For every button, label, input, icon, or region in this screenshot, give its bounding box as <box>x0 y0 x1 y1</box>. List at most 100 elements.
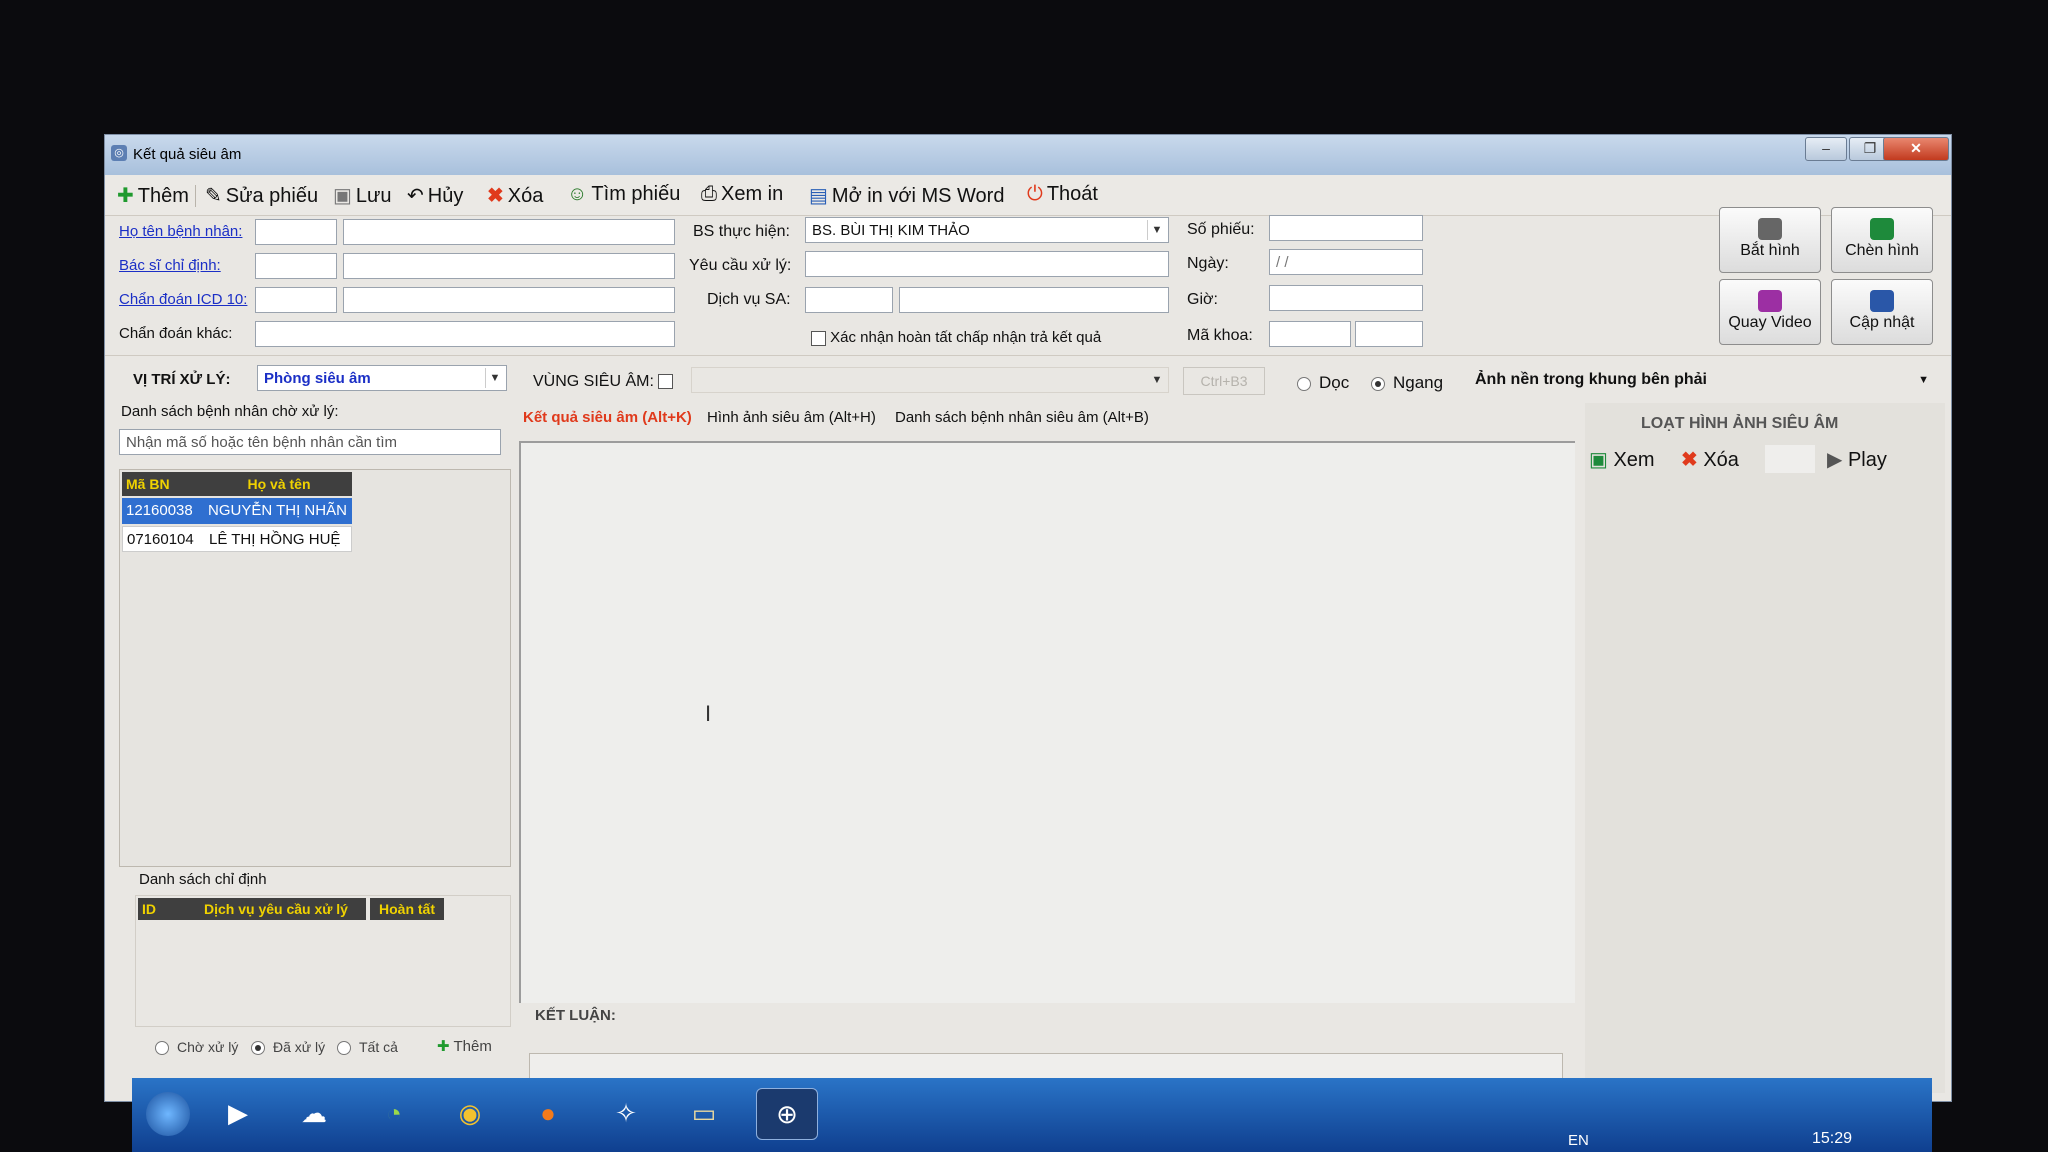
column-header-service[interactable]: Dịch vụ yêu cầu xử lý <box>186 898 366 920</box>
save-button[interactable]: ▣ Lưu <box>333 183 392 208</box>
play-button[interactable]: ▶ Play <box>1827 447 1887 472</box>
service-name-field[interactable] <box>899 287 1169 313</box>
patient-search-input[interactable]: Nhận mã số hoặc tên bệnh nhân cần tìm <box>119 429 501 455</box>
department-code-label: Mã khoa: <box>1187 327 1253 344</box>
clock[interactable]: 15:29 <box>1812 1130 1852 1148</box>
radio-icon <box>337 1041 351 1056</box>
app-icon[interactable]: ✧ <box>600 1088 652 1138</box>
add-order-label: Thêm <box>453 1038 492 1055</box>
referring-doctor-code-field[interactable] <box>255 253 337 279</box>
region-select[interactable]: ▼ <box>691 367 1169 393</box>
filter-all[interactable]: Tất cả <box>337 1039 398 1056</box>
delete-icon: ✖ <box>487 185 504 207</box>
request-field[interactable] <box>805 251 1169 277</box>
time-field[interactable] <box>1269 285 1423 311</box>
title-bar: ◎ Kết quả siêu âm – ❐ ✕ <box>105 135 1951 175</box>
column-header-id[interactable]: Mã BN <box>122 472 206 496</box>
other-diagnosis-field[interactable] <box>255 321 675 347</box>
delete-label: Xóa <box>507 185 544 207</box>
column-header-name[interactable]: Họ và tên <box>206 472 352 496</box>
print-preview-button[interactable]: ⎙ Xem in <box>701 183 783 206</box>
result-editor[interactable]: Ι <box>519 441 1575 1003</box>
dropdown-arrow-icon[interactable]: ▼ <box>1147 220 1166 240</box>
performing-doctor-select[interactable]: BS. BÙI THỊ KIM THẢO ▼ <box>805 217 1169 243</box>
edit-button[interactable]: ✎ Sửa phiếu <box>205 183 318 208</box>
media-player-icon[interactable]: ▶ <box>212 1088 264 1138</box>
insert-image-button[interactable]: Chèn hình <box>1831 207 1933 273</box>
ticket-number-field[interactable] <box>1269 215 1423 241</box>
confirm-checkbox-row[interactable]: Xác nhận hoàn tất chấp nhận trả kết quả <box>811 329 1101 346</box>
start-button[interactable] <box>146 1092 190 1136</box>
find-button[interactable]: ☺ Tìm phiếu <box>567 183 680 206</box>
conclusion-label: KẾT LUẬN: <box>535 1007 616 1024</box>
app-icon[interactable]: ☁ <box>288 1088 340 1138</box>
icd10-desc-field[interactable] <box>343 287 675 313</box>
record-video-button[interactable]: Quay Video <box>1719 279 1821 345</box>
location-select[interactable]: Phòng siêu âm ▼ <box>257 365 507 391</box>
chrome-icon[interactable]: ◉ <box>444 1088 496 1138</box>
exit-label: Thoát <box>1046 183 1098 205</box>
open-word-button[interactable]: ▤ Mở in với MS Word <box>809 183 1004 208</box>
minimize-button[interactable]: – <box>1805 137 1847 161</box>
dropdown-arrow-icon[interactable]: ▼ <box>1148 370 1166 390</box>
filter-waiting[interactable]: Chờ xử lý <box>155 1039 239 1056</box>
patient-id-field[interactable] <box>255 219 337 245</box>
date-value: / / <box>1276 254 1289 271</box>
performing-doctor-value: BS. BÙI THỊ KIM THẢO <box>812 222 970 239</box>
table-row[interactable]: 12160038 NGUYỄN THỊ NHÃN <box>122 498 352 524</box>
tab-patient-list[interactable]: Danh sách bệnh nhân siêu âm (Alt+B) <box>895 409 1149 426</box>
background-select[interactable]: Ảnh nền trong khung bên phải ▼ <box>1469 367 1935 393</box>
orders-list: ID Dịch vụ yêu cầu xử lý Hoàn tất <box>135 895 511 1027</box>
firefox-icon[interactable]: ● <box>522 1088 574 1138</box>
confirm-checkbox[interactable] <box>811 330 826 346</box>
patient-name-field[interactable] <box>343 219 675 245</box>
dropdown-arrow-icon[interactable]: ▼ <box>1918 367 1929 393</box>
delete-button[interactable]: ✖ Xóa <box>487 183 543 208</box>
hospital-app-icon[interactable]: ⊕ <box>756 1088 818 1140</box>
view-image-button[interactable]: ▣ Xem <box>1589 447 1655 472</box>
department-code-field[interactable] <box>1269 321 1351 347</box>
capture-image-button[interactable]: Bắt hình <box>1719 207 1821 273</box>
date-field[interactable]: / / <box>1269 249 1423 275</box>
app-window: ◎ Kết quả siêu âm – ❐ ✕ ✚ Thêm ✎ Sửa phiếu… <box>104 134 1952 1111</box>
insert-label: Chèn hình <box>1845 242 1919 259</box>
service-code-field[interactable] <box>805 287 893 313</box>
column-header-done[interactable]: Hoàn tất <box>370 898 444 920</box>
referring-doctor-name-field[interactable] <box>343 253 675 279</box>
patient-name-link[interactable]: Họ tên bệnh nhân: <box>119 223 242 240</box>
add-order-button[interactable]: ✚ Thêm <box>437 1037 492 1055</box>
image-icon <box>1870 218 1894 240</box>
referring-doctor-link[interactable]: Bác sĩ chỉ định: <box>119 257 221 274</box>
folder-icon[interactable]: ▭ <box>678 1088 730 1138</box>
delete-image-button[interactable]: ✖ Xóa <box>1681 447 1739 472</box>
date-label: Ngày: <box>1187 255 1229 272</box>
video-icon <box>1758 290 1782 312</box>
orders-title: Danh sách chỉ định <box>139 871 267 888</box>
update-button[interactable]: Cập nhật <box>1831 279 1933 345</box>
image-index-field[interactable] <box>1765 445 1815 473</box>
ctrl-button[interactable]: Ctrl+B3 <box>1183 367 1265 395</box>
language-indicator[interactable]: EN <box>1568 1132 1589 1149</box>
column-header-id[interactable]: ID <box>138 898 186 920</box>
vertical-radio[interactable]: Dọc <box>1297 373 1349 393</box>
horizontal-radio[interactable]: Ngang <box>1371 373 1443 393</box>
department-name-field[interactable] <box>1355 321 1423 347</box>
filter-done[interactable]: Đã xử lý <box>251 1039 325 1056</box>
ticket-number-label: Số phiếu: <box>1187 221 1255 238</box>
text-cursor-icon: Ι <box>705 701 712 726</box>
exit-button[interactable]: ⏻ Thoát <box>1027 183 1098 206</box>
add-button[interactable]: ✚ Thêm <box>117 183 189 208</box>
filter-waiting-label: Chờ xử lý <box>177 1039 239 1055</box>
close-button[interactable]: ✕ <box>1883 137 1949 161</box>
icd10-code-field[interactable] <box>255 287 337 313</box>
tab-images[interactable]: Hình ảnh siêu âm (Alt+H) <box>707 409 876 426</box>
tab-result[interactable]: Kết quả siêu âm (Alt+K) <box>523 409 692 426</box>
radio-icon <box>1297 376 1311 391</box>
cancel-button[interactable]: ↶ Hủy <box>407 183 463 208</box>
table-row[interactable]: 07160104 LÊ THỊ HỒNG HUỆ <box>122 526 352 552</box>
dropdown-arrow-icon[interactable]: ▼ <box>485 368 504 388</box>
region-checkbox[interactable] <box>658 374 674 390</box>
search-placeholder: Nhận mã số hoặc tên bệnh nhân cần tìm <box>126 434 398 451</box>
icd10-link[interactable]: Chẩn đoán ICD 10: <box>119 291 247 308</box>
app-icon[interactable]: ◔ <box>368 1088 420 1138</box>
